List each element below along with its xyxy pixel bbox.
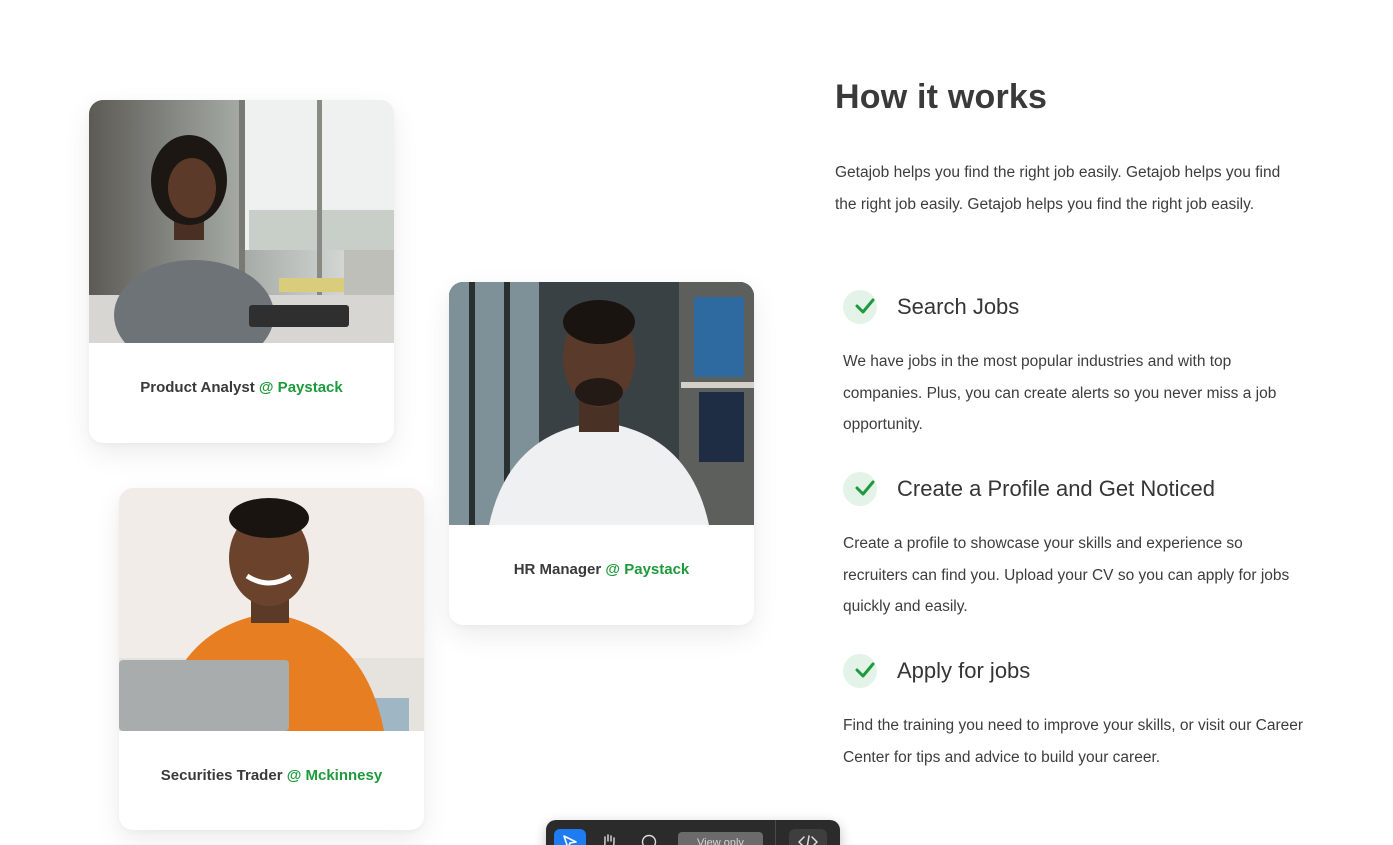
check-icon [843,472,877,506]
check-icon [843,290,877,324]
profile-photo-woman-at-desk [89,100,394,343]
card-caption: HR Manager @ Paystack [449,525,754,578]
card-company: @ Paystack [258,379,343,396]
step-title: Apply for jobs [897,658,1031,683]
profile-card-securities-trader: Securities Trader @ Mckinnesy [119,488,424,830]
card-company: @ Mckinnesy [286,767,383,784]
comment-icon [641,834,657,845]
toolbar-divider [775,820,776,845]
comment-tool-button[interactable] [636,829,662,845]
step-title: Search Jobs [897,294,1020,319]
card-caption: Product Analyst @ Paystack [89,343,394,396]
hand-tool-button[interactable] [596,829,622,845]
section-intro: Getajob helps you find the right job eas… [835,164,1281,213]
section-title: How it works [835,78,1048,116]
step-title: Create a Profile and Get Noticed [897,476,1215,501]
card-role: HR Manager [513,561,602,578]
code-icon [798,835,818,845]
view-only-badge: View only [678,832,763,845]
card-role: Product Analyst [140,379,255,396]
floating-toolbar: View only [546,820,840,845]
profile-card-product-analyst: Product Analyst @ Paystack [89,100,394,443]
card-role: Securities Trader [160,767,283,784]
step-description: Find the training you need to improve yo… [843,717,1304,766]
step-apply-for-jobs: Apply for jobs Find the training you nee… [843,654,1308,773]
profile-card-hr-manager: HR Manager @ Paystack [449,282,754,625]
pointer-tool-button[interactable] [554,829,586,845]
profile-photo-man-in-office [449,282,754,525]
step-description: Create a profile to showcase your skills… [843,535,1290,615]
card-company: @ Paystack [605,561,690,578]
card-caption: Securities Trader @ Mckinnesy [119,731,424,784]
step-description: We have jobs in the most popular industr… [843,353,1277,433]
step-create-profile: Create a Profile and Get Noticed Create … [843,472,1308,623]
check-icon [843,654,877,688]
step-search-jobs: Search Jobs We have jobs in the most pop… [843,290,1308,441]
how-it-works-page: Product Analyst @ Paystack HR Manager @ … [0,0,1393,845]
profile-photo-man-with-laptop [119,488,424,731]
code-view-button[interactable] [789,829,827,845]
hand-icon [604,834,615,845]
pointer-icon [563,835,577,845]
